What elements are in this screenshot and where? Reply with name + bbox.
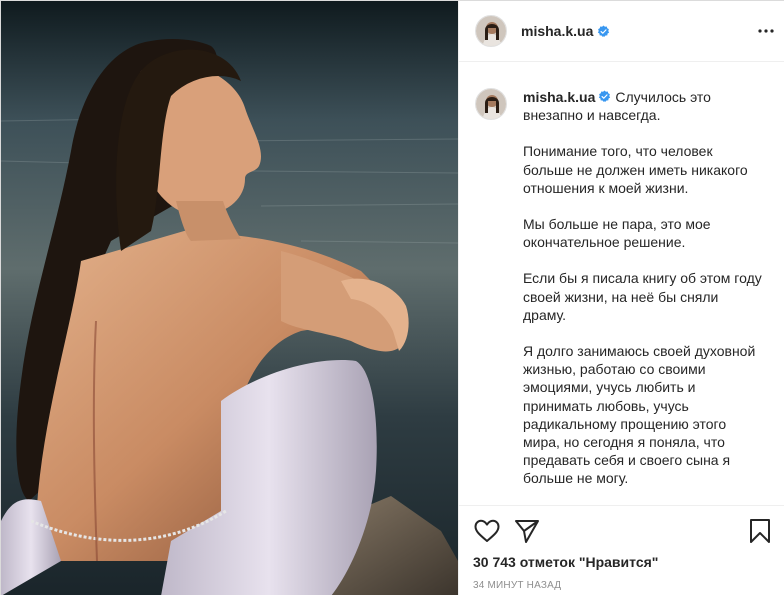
action-icons: [473, 516, 774, 546]
caption-paragraph-4: Если бы я писала книгу об этом году свое…: [523, 270, 762, 323]
caption-paragraph-2: Понимание того, что человек больше не до…: [523, 143, 748, 196]
caption-paragraph-5: Я долго занимаюсь своей духовной жизнью,…: [523, 343, 756, 487]
caption: misha.k.ua Случилось это внезапно и навсе…: [475, 88, 770, 505]
more-options-button[interactable]: [754, 19, 778, 43]
paper-plane-icon: [515, 520, 539, 543]
like-button[interactable]: [473, 517, 501, 545]
bookmark-icon: [750, 519, 770, 543]
post-card: misha.k.ua misha.k.ua Случилось это внез…: [0, 0, 784, 595]
post-actions: 30 743 отметок "Нравится" 34 МИНУТ НАЗАД: [459, 505, 784, 591]
caption-paragraph-3: Мы больше не пара, это мое окончательное…: [523, 216, 711, 251]
likes-count[interactable]: 30 743 отметок "Нравится": [473, 554, 774, 570]
save-button[interactable]: [746, 517, 774, 545]
post-timestamp[interactable]: 34 МИНУТ НАЗАД: [473, 580, 774, 591]
caption-avatar[interactable]: [475, 88, 507, 120]
header-username[interactable]: misha.k.ua: [521, 23, 593, 39]
more-options-icon: [758, 29, 774, 33]
share-button[interactable]: [513, 517, 541, 545]
caption-text: misha.k.ua Случилось это внезапно и навсе…: [523, 88, 763, 505]
verified-badge-icon: [598, 25, 610, 37]
avatar-image: [476, 89, 506, 119]
comments-section[interactable]: misha.k.ua Случилось это внезапно и навсе…: [459, 62, 784, 505]
post-photo[interactable]: [1, 1, 458, 595]
avatar[interactable]: [475, 15, 507, 47]
caption-username[interactable]: misha.k.ua: [523, 89, 595, 105]
heart-icon: [474, 519, 500, 542]
caption-paragraph: misha.k.ua Случилось это внезапно и навсе…: [523, 88, 763, 124]
post-side-panel: misha.k.ua misha.k.ua Случилось это внез…: [458, 1, 784, 595]
post-header: misha.k.ua: [459, 1, 784, 62]
avatar-image: [476, 16, 506, 46]
verified-badge-icon: [599, 90, 611, 102]
photo-illustration: [1, 1, 458, 595]
